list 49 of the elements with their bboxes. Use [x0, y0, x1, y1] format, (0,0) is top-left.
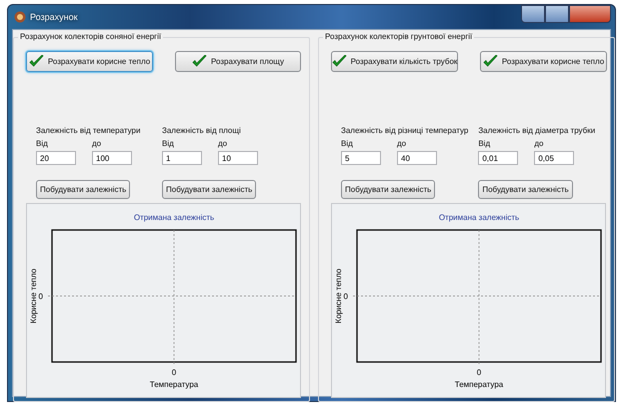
checkmark-icon	[28, 55, 44, 68]
y-axis-label: Корисне тепло	[29, 268, 38, 324]
to-label: до	[397, 138, 408, 149]
group-title: Розрахунок колекторів грунтової енергії	[323, 32, 474, 41]
calculate-button[interactable]: Розрахувати площу	[175, 51, 301, 72]
from-field[interactable]: 0,01	[478, 151, 518, 165]
checkmark-icon	[482, 55, 498, 68]
calculate-button[interactable]: Розрахувати корисне тепло	[480, 51, 607, 72]
checkmark-icon	[332, 55, 347, 68]
x-axis-label: Температура	[150, 380, 198, 389]
to-field[interactable]: 40	[397, 151, 437, 165]
close-button[interactable]	[569, 5, 611, 23]
to-field[interactable]: 100	[92, 151, 132, 165]
from-label: Від	[341, 138, 354, 149]
y-tick-label: 0	[344, 292, 348, 301]
x-tick-label: 0	[172, 368, 176, 377]
plot-button[interactable]: Побудувати залежність	[162, 180, 256, 199]
to-label: до	[534, 138, 544, 149]
y-axis-label: Корисне тепло	[334, 268, 343, 324]
from-label: Від	[162, 138, 175, 149]
from-label: Від	[478, 138, 492, 149]
x-axis-label: Температура	[454, 380, 504, 389]
parameter-label: Залежність від температури	[36, 125, 142, 136]
to-label: до	[218, 138, 228, 149]
minimize-button[interactable]	[521, 5, 545, 23]
to-label: до	[92, 138, 102, 149]
plot-button[interactable]: Побудувати залежність	[36, 180, 130, 199]
from-field[interactable]: 1	[162, 151, 202, 165]
from-label: Від	[36, 138, 49, 149]
group-title: Розрахунок колекторів соняної енергії	[18, 32, 164, 41]
from-field[interactable]: 5	[341, 151, 381, 165]
maximize-button[interactable]	[545, 5, 569, 23]
window-title: Розрахунок	[30, 12, 78, 22]
x-tick-label: 0	[476, 368, 482, 377]
parameter-label: Залежність від площі	[162, 125, 242, 136]
parameter-label: Залежність від діаметра трубки	[478, 125, 596, 136]
plot-button[interactable]: Побудувати залежність	[478, 180, 573, 199]
chart-title: Отримана залежність	[438, 213, 520, 222]
app-icon	[14, 11, 26, 23]
checkmark-icon	[192, 55, 208, 68]
from-field[interactable]: 20	[36, 151, 76, 165]
y-tick-label: 0	[38, 292, 43, 301]
to-field[interactable]: 10	[218, 151, 258, 165]
calculate-button[interactable]: Розрахувати кількість трубок	[331, 51, 458, 72]
chart-title: Отримана залежність	[134, 213, 214, 222]
plot-button[interactable]: Побудувати залежність	[341, 180, 436, 199]
parameter-label: Залежність від різниці температур	[341, 125, 468, 136]
to-field[interactable]: 0,05	[534, 151, 574, 165]
calculate-button[interactable]: Розрахувати корисне тепло	[26, 51, 153, 72]
